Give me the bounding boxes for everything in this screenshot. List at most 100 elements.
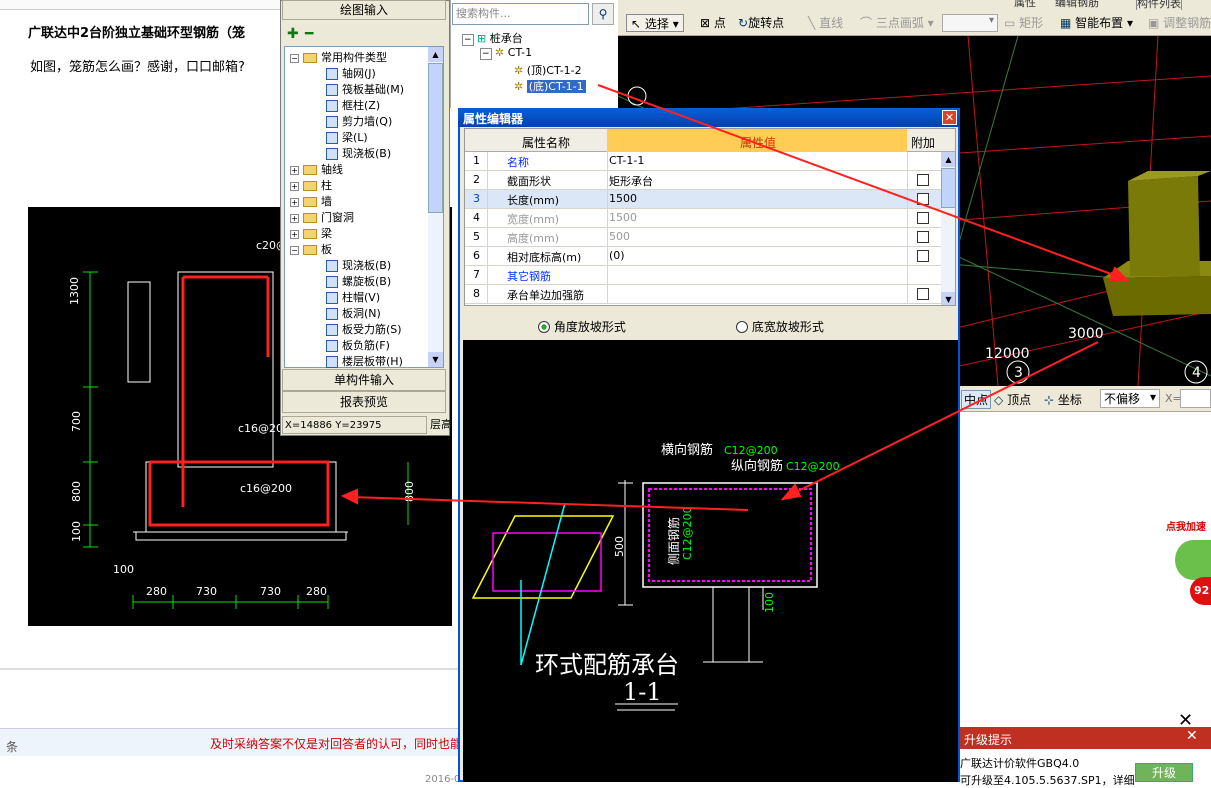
upgrade-close-icon[interactable]: ✕	[1186, 728, 1198, 744]
tab-draw-input[interactable]: 绘图输入	[282, 0, 446, 20]
extra-checkbox[interactable]	[917, 231, 929, 243]
app-toolbar-top	[618, 0, 1211, 10]
property-value[interactable]: 1500	[609, 192, 637, 205]
tree-item[interactable]: 楼层板带(H)	[326, 354, 403, 368]
property-value[interactable]: 矩形承台	[609, 173, 653, 189]
property-row[interactable]: 6 相对底标高(m) (0)	[465, 247, 945, 266]
vertex-toggle[interactable]: ◇ 顶点	[994, 391, 1031, 408]
tree-item[interactable]: 柱帽(V)	[326, 290, 380, 306]
point-button[interactable]: ⊠ 点	[700, 14, 726, 32]
tree-item[interactable]: 板受力筋(S)	[326, 322, 402, 338]
property-row[interactable]: 8 承台单边加强筋	[465, 285, 945, 304]
tree-item-bottom[interactable]: ✲ (底)CT-1-1	[514, 78, 586, 94]
bottom-notice[interactable]: 及时采纳答案不仅是对回答者的认可，同时也能	[210, 735, 462, 752]
tree-item[interactable]: − 板	[290, 242, 332, 258]
tree-item[interactable]: 板负筋(F)	[326, 338, 390, 354]
ad-mascot-icon[interactable]	[1175, 540, 1211, 580]
radio-angle-slope[interactable]: 角度放坡形式	[538, 318, 626, 335]
rotate-point-button[interactable]: ↻旋转点	[738, 14, 784, 32]
tree-item[interactable]: − 常用构件类型	[290, 50, 387, 66]
tree-item[interactable]: 轴网(J)	[326, 66, 376, 82]
tree-item-top[interactable]: ✲ (顶)CT-1-2	[514, 62, 582, 78]
coord-toggle[interactable]: ⊹ 坐标	[1044, 391, 1082, 408]
tree-item[interactable]: 现浇板(B)	[326, 258, 391, 274]
row-divider	[907, 285, 908, 304]
row-divider	[607, 228, 608, 247]
tree-scrollbar[interactable]: ▲ ▼	[428, 47, 443, 367]
tree-child[interactable]: − ✲ CT-1	[480, 46, 532, 60]
property-row[interactable]: 1 名称 CT-1-1	[465, 152, 945, 171]
gear-icon: ✲	[514, 64, 524, 77]
tree-item[interactable]: + 梁	[290, 226, 332, 242]
expand-icon[interactable]: +	[290, 181, 299, 191]
property-name: 其它钢筋	[507, 270, 551, 283]
dim-label: 100	[113, 563, 134, 576]
property-row[interactable]: 5 高度(mm) 500	[465, 228, 945, 247]
extra-checkbox[interactable]	[917, 174, 929, 186]
property-value[interactable]: (0)	[609, 249, 625, 262]
midpoint-toggle[interactable]: 中点	[961, 390, 992, 409]
close-icon[interactable]: ✕	[942, 110, 957, 125]
tree-item[interactable]: 剪力墙(Q)	[326, 114, 392, 130]
tree-item[interactable]: 板洞(N)	[326, 306, 381, 322]
row-divider	[607, 190, 608, 209]
property-name: 承台单边加强筋	[507, 289, 584, 302]
report-preview-button[interactable]: 报表预览	[282, 391, 446, 413]
ad-label[interactable]: 点我加速	[1166, 518, 1206, 533]
radio-bottom-width-slope[interactable]: 底宽放坡形式	[736, 318, 824, 335]
property-row[interactable]: 3 长度(mm) 1500	[465, 190, 945, 209]
tree-item[interactable]: 框柱(Z)	[326, 98, 380, 114]
folder-icon	[303, 165, 317, 175]
tree-item[interactable]: 现浇板(B)	[326, 146, 391, 162]
collapse-icon[interactable]: −	[290, 245, 299, 255]
expand-icon[interactable]: +	[290, 197, 299, 207]
remove-component-icon[interactable]: ━	[305, 26, 313, 42]
extra-checkbox[interactable]	[917, 212, 929, 224]
select-button[interactable]: ↖ 选择 ▾	[626, 14, 684, 32]
tree-item[interactable]: 梁(L)	[326, 130, 368, 146]
line-button[interactable]: ╲ 直线	[808, 14, 843, 32]
search-icon[interactable]: ⚲	[592, 3, 614, 25]
rebar-value-side: C12@200	[681, 506, 694, 560]
collapse-icon[interactable]: −	[290, 53, 299, 63]
tree-root[interactable]: − ⊞ 桩承台	[462, 30, 523, 46]
property-name: 截面形状	[507, 175, 551, 188]
toolbar-top-item[interactable]: 编辑钢筋	[1055, 0, 1099, 10]
offset-select[interactable]: 不偏移 ▾	[1100, 389, 1160, 408]
tree-item[interactable]: + 轴线	[290, 162, 343, 178]
property-row[interactable]: 4 宽度(mm) 1500	[465, 209, 945, 228]
extra-checkbox[interactable]	[917, 250, 929, 262]
extra-checkbox[interactable]	[917, 193, 929, 205]
toolbar-top-item[interactable]: 属性	[1010, 0, 1040, 10]
expand-icon[interactable]: +	[290, 213, 299, 223]
upgrade-button[interactable]: 升级	[1135, 763, 1193, 782]
tree-item-label: 梁(L)	[342, 131, 368, 144]
property-row[interactable]: 7 其它钢筋	[465, 266, 945, 285]
expand-icon[interactable]: +	[290, 165, 299, 175]
tree-item[interactable]: 螺旋板(B)	[326, 274, 391, 290]
arc-button[interactable]: ⌒ 三点画弧 ▾	[860, 14, 934, 32]
arc-select[interactable]: ▾	[942, 14, 998, 32]
pile-cap-3d[interactable]	[1103, 171, 1211, 316]
axis-label: 4	[1192, 365, 1201, 381]
smart-layout-button[interactable]: ▦ 智能布置 ▾	[1060, 14, 1133, 32]
tree-item[interactable]: + 柱	[290, 178, 332, 194]
x-input[interactable]	[1180, 389, 1211, 408]
property-value[interactable]: CT-1-1	[609, 154, 644, 167]
single-component-input-button[interactable]: 单构件输入	[282, 369, 446, 391]
extra-checkbox[interactable]	[917, 288, 929, 300]
tree-item[interactable]: + 墙	[290, 194, 332, 210]
expand-icon[interactable]: +	[290, 229, 299, 239]
tree-item-label: 墙	[321, 195, 332, 208]
property-value[interactable]: 500	[609, 230, 630, 243]
property-value[interactable]: 1500	[609, 211, 637, 224]
property-scrollbar[interactable]: ▲ ▼	[941, 152, 955, 305]
tree-item[interactable]: 筏板基础(M)	[326, 82, 404, 98]
adjust-rebar-button[interactable]: ▣ 调整钢筋	[1148, 14, 1211, 32]
rect-button[interactable]: ▭ 矩形	[1004, 14, 1043, 32]
ad-badge[interactable]: 92	[1190, 577, 1211, 605]
tree-item[interactable]: + 门窗洞	[290, 210, 354, 226]
add-component-icon[interactable]: ✚	[287, 26, 299, 42]
search-input[interactable]: 搜索构件...	[452, 3, 589, 25]
property-row[interactable]: 2 截面形状 矩形承台	[465, 171, 945, 190]
